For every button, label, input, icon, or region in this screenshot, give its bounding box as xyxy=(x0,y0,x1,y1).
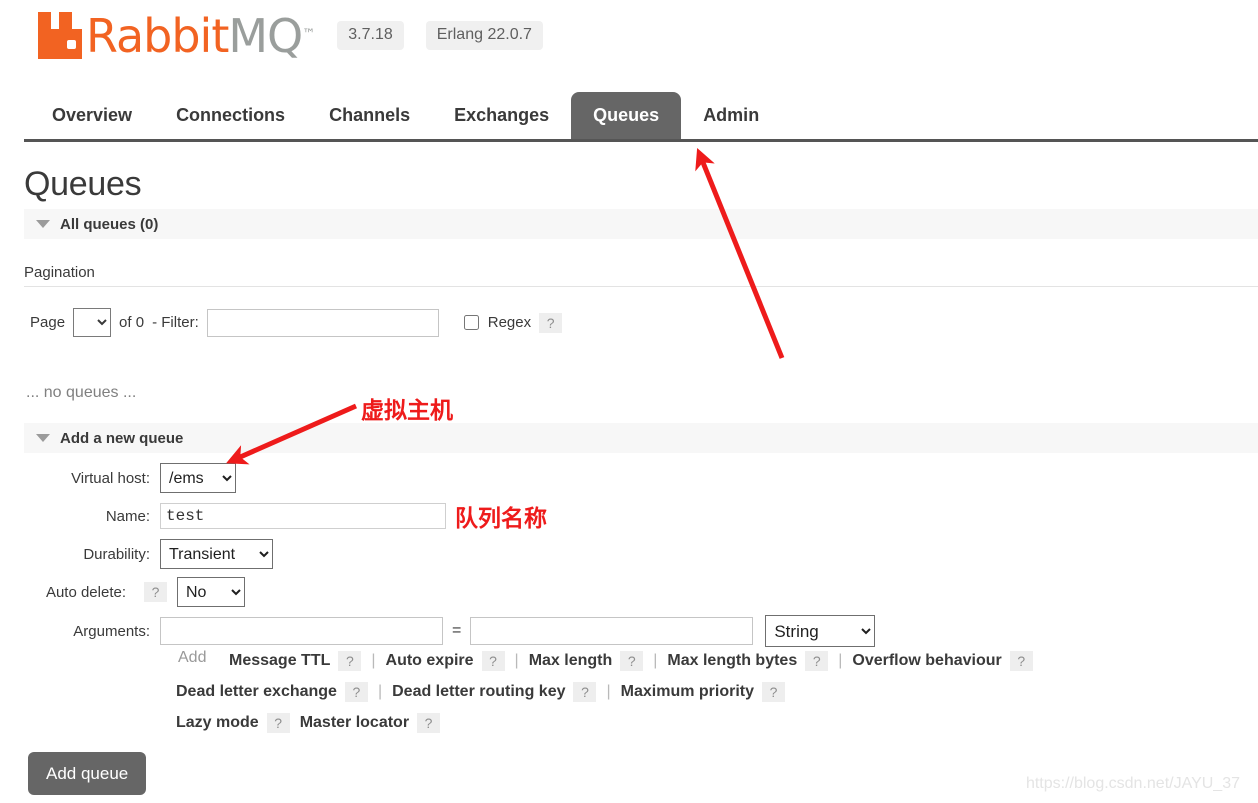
tab-channels[interactable]: Channels xyxy=(307,92,432,139)
preset-dead-letter-routing-key[interactable]: Dead letter routing key xyxy=(392,683,565,701)
preset-max-length[interactable]: Max length xyxy=(529,652,613,670)
preset-message-ttl-help-icon[interactable]: ? xyxy=(338,650,362,671)
brand-trademark: ™ xyxy=(302,26,316,42)
add-argument-word: Add xyxy=(178,649,207,666)
pagination-divider xyxy=(24,286,1258,287)
durability-select[interactable]: Transient xyxy=(160,539,273,569)
arguments-equals-sign: = xyxy=(452,622,462,639)
brand-header: RabbitMQ™ 3.7.18 Erlang 22.0.7 xyxy=(38,12,543,59)
preset-dead-letter-exchange[interactable]: Dead letter exchange xyxy=(176,683,337,701)
tab-exchanges[interactable]: Exchanges xyxy=(432,92,571,139)
preset-maximum-priority-help-icon[interactable]: ? xyxy=(762,681,785,702)
virtual-host-select[interactable]: /ems xyxy=(160,463,236,493)
tab-admin[interactable]: Admin xyxy=(681,92,781,139)
form-row-virtual-host: Virtual host: /ems xyxy=(0,463,1258,493)
filter-input[interactable] xyxy=(206,308,439,337)
main-navigation: Overview Connections Channels Exchanges … xyxy=(0,92,1258,142)
empty-queues-message: ... no queues ... xyxy=(26,384,137,401)
collapse-caret-icon xyxy=(36,434,50,442)
section-add-new-queue-label: Add a new queue xyxy=(60,429,184,447)
preset-max-length-bytes[interactable]: Max length bytes xyxy=(667,652,797,670)
tab-queues[interactable]: Queues xyxy=(571,92,682,139)
section-all-queues[interactable]: All queues (0) xyxy=(24,209,1258,239)
page-total-label: of 0 xyxy=(119,314,145,331)
preset-overflow-behaviour-help-icon[interactable]: ? xyxy=(1009,650,1033,671)
brand-wordmark: RabbitMQ™ xyxy=(86,13,315,59)
preset-dead-letter-exchange-help-icon[interactable]: ? xyxy=(344,681,368,702)
name-label: Name: xyxy=(105,507,150,525)
auto-delete-select[interactable]: No xyxy=(177,577,245,607)
regex-checkbox[interactable] xyxy=(463,315,479,330)
form-row-durability: Durability: Transient xyxy=(0,539,1258,569)
pagination-controls: Page of 0 - Filter: Regex ? xyxy=(30,308,563,337)
form-row-auto-delete: Auto delete: ? No xyxy=(0,577,1258,607)
preset-dead-letter-routing-key-help-icon[interactable]: ? xyxy=(573,681,597,702)
page-select[interactable] xyxy=(73,308,112,337)
preset-max-length-bytes-help-icon[interactable]: ? xyxy=(805,650,829,671)
preset-maximum-priority[interactable]: Maximum priority xyxy=(621,683,754,701)
preset-message-ttl[interactable]: Message TTL xyxy=(229,652,330,670)
form-row-arguments: Arguments: = String xyxy=(0,615,1258,647)
section-all-queues-label: All queues (0) xyxy=(60,215,159,233)
preset-auto-expire[interactable]: Auto expire xyxy=(386,652,474,670)
preset-separator: | xyxy=(653,651,658,669)
preset-lazy-mode-help-icon[interactable]: ? xyxy=(266,712,290,733)
preset-row-2: Dead letter exchange ? | Dead letter rou… xyxy=(0,676,1258,707)
durability-label: Durability: xyxy=(83,545,150,563)
preset-master-locator[interactable]: Master locator xyxy=(300,714,409,732)
add-queue-button[interactable]: Add queue xyxy=(28,752,147,795)
preset-separator: | xyxy=(371,651,376,669)
page-label: Page xyxy=(30,314,66,331)
regex-label: Regex xyxy=(487,314,532,331)
brand-name-primary: Rabbit xyxy=(86,8,229,63)
filter-label: - Filter: xyxy=(152,314,199,331)
preset-row-3: Lazy mode ? Master locator ? xyxy=(0,707,1258,738)
form-row-name: Name: xyxy=(0,501,1258,531)
tab-connections[interactable]: Connections xyxy=(154,92,307,139)
rabbitmq-logo-icon xyxy=(38,12,84,59)
erlang-version-badge: Erlang 22.0.7 xyxy=(425,21,543,50)
nav-underline xyxy=(24,139,1258,142)
auto-delete-label: Auto delete: xyxy=(45,583,126,601)
queue-name-input[interactable] xyxy=(160,503,446,529)
arrow-to-queues-tab xyxy=(695,147,785,359)
preset-row-3-items: Lazy mode ? Master locator ? xyxy=(176,712,441,733)
preset-separator: | xyxy=(377,682,383,700)
argument-type-select[interactable]: String xyxy=(765,615,876,647)
section-add-new-queue[interactable]: Add a new queue xyxy=(24,423,1258,453)
preset-master-locator-help-icon[interactable]: ? xyxy=(417,712,441,733)
argument-presets: Add Message TTL ? | Auto expire ? | Max … xyxy=(0,645,1258,738)
logo-eye xyxy=(67,40,76,49)
preset-auto-expire-help-icon[interactable]: ? xyxy=(481,650,505,671)
tab-overview[interactable]: Overview xyxy=(30,92,154,139)
annotation-virtual-host: 虚拟主机 xyxy=(360,397,455,426)
collapse-caret-icon xyxy=(36,220,50,228)
regex-control-group: Regex ? xyxy=(463,312,563,333)
preset-max-length-help-icon[interactable]: ? xyxy=(620,650,644,671)
virtual-host-label: Virtual host: xyxy=(71,469,150,487)
source-watermark: https://blog.csdn.net/JAYU_37 xyxy=(1025,775,1240,792)
preset-row-1-items: Message TTL ? | Auto expire ? | Max leng… xyxy=(229,650,1033,671)
page-title: Queues xyxy=(24,165,142,203)
preset-separator: | xyxy=(514,651,519,669)
preset-overflow-behaviour[interactable]: Overflow behaviour xyxy=(852,652,1001,670)
argument-value-input[interactable] xyxy=(470,617,754,645)
arguments-label: Arguments: xyxy=(73,622,150,640)
version-badge: 3.7.18 xyxy=(337,21,404,50)
annotation-queue-name: 队列名称 xyxy=(454,505,549,534)
rabbitmq-management-page: RabbitMQ™ 3.7.18 Erlang 22.0.7 Overview … xyxy=(0,0,1258,803)
pagination-header: Pagination xyxy=(24,264,1258,287)
brand-name-secondary: MQ xyxy=(228,8,303,63)
regex-help-icon[interactable]: ? xyxy=(539,312,563,333)
preset-separator: | xyxy=(606,682,611,700)
preset-row-2-items: Dead letter exchange ? | Dead letter rou… xyxy=(176,681,785,702)
auto-delete-help-icon[interactable]: ? xyxy=(144,582,167,602)
pagination-title: Pagination xyxy=(24,264,95,281)
preset-separator: | xyxy=(838,651,843,669)
argument-type-wrapper: String xyxy=(765,615,876,647)
preset-lazy-mode[interactable]: Lazy mode xyxy=(176,714,259,732)
argument-key-input[interactable] xyxy=(160,617,443,645)
nav-tab-list: Overview Connections Channels Exchanges … xyxy=(30,92,781,139)
add-queue-form: Virtual host: /ems Name: Durability: Tra… xyxy=(0,463,1258,655)
